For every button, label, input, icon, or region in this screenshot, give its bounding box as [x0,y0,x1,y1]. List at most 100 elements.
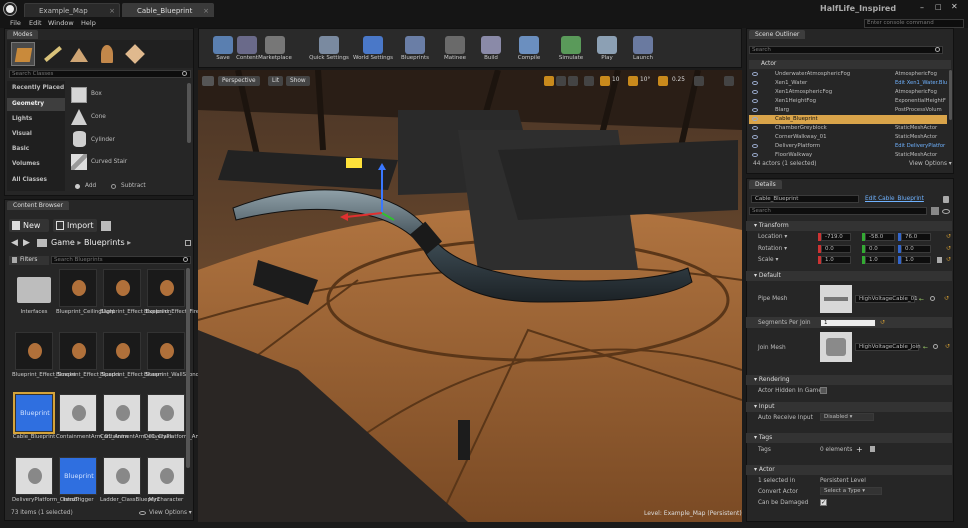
location-y-field[interactable]: -58.0 [865,233,895,241]
section-default[interactable]: ▾ Default [746,271,952,281]
grid-snap-value[interactable]: 10 [612,77,619,83]
filters-button[interactable]: Filters [9,256,49,265]
add-element-icon[interactable]: + [856,445,863,454]
can-be-damaged-checkbox[interactable]: ✓ [820,499,827,506]
scale-y-field[interactable]: 1.0 [865,256,895,264]
category-all-classes[interactable]: All Classes [12,177,47,183]
search-blueprints-input[interactable]: Search Blueprints [51,256,191,264]
use-selected-icon[interactable]: ← [923,344,928,351]
window-maximize-button[interactable]: □ [935,3,942,11]
outliner-row[interactable]: FloorWalkway StaticMeshActor [749,151,947,160]
browse-search-icon[interactable] [933,344,938,349]
menu-edit[interactable]: Edit [29,18,42,28]
outliner-row[interactable]: CornerWalkway_01 StaticMeshActor [749,133,947,142]
item-cylinder[interactable]: Cylinder [91,137,115,143]
join-mesh-thumbnail[interactable] [820,332,852,362]
pipe-mesh-thumbnail[interactable] [820,285,852,313]
viewport-options-icon[interactable] [202,76,214,86]
tab-details[interactable]: Details [749,180,782,189]
visibility-eye-icon[interactable] [752,108,758,112]
asset-thumbnail[interactable] [147,457,185,495]
section-tags[interactable]: ▾ Tags [746,433,952,443]
visibility-eye-icon[interactable] [752,135,758,139]
reset-to-default-icon[interactable]: ↺ [945,343,950,350]
asset-thumbnail[interactable] [15,457,53,495]
asset-thumbnail[interactable] [59,332,97,370]
rotate-icon[interactable] [556,76,566,86]
breadcrumb-blueprints[interactable]: Blueprints [84,238,125,247]
asset-thumbnail[interactable] [103,332,141,370]
edit-blueprint-link[interactable]: Edit Cable_Blueprint [865,196,924,202]
outliner-row[interactable]: Xen1_Water Edit Xen1_Water.Blu [749,79,947,88]
scrollbar[interactable] [187,83,191,143]
search-classes-input[interactable]: Search Classes [9,70,191,78]
scale-z-field[interactable]: 1.0 [901,256,931,264]
asset-thumbnail[interactable] [147,332,185,370]
grid-snap-icon[interactable] [600,76,610,86]
reset-to-default-icon[interactable]: ↺ [946,245,951,252]
reset-to-default-icon[interactable]: ↺ [944,295,949,302]
scale-x-field[interactable]: 1.0 [821,256,851,264]
auto-receive-input-dropdown[interactable]: Disabled ▾ [820,413,874,421]
outliner-search-input[interactable]: Search [749,46,943,54]
new-button[interactable]: New [9,219,49,232]
reset-to-default-icon[interactable]: ↺ [880,319,885,326]
actor-name-field[interactable]: Cable_Blueprint [751,195,859,203]
foliage-mode-icon[interactable] [95,42,119,66]
lit-button[interactable]: Lit [268,76,284,86]
lock-icon[interactable] [943,196,949,203]
category-lights[interactable]: Lights [12,116,32,122]
visibility-eye-icon[interactable] [752,117,758,121]
back-arrow-icon[interactable]: ◀ [11,238,18,248]
translate-icon[interactable] [544,76,554,86]
outliner-view-options-button[interactable]: View Options ▾ [909,161,952,167]
visibility-eye-icon[interactable] [752,99,758,103]
delete-all-icon[interactable] [870,446,875,452]
category-recently-placed[interactable]: Recently Placed [12,85,64,91]
rotation-x-field[interactable]: 0.0 [821,245,851,253]
import-button[interactable]: Import [53,219,97,232]
save-all-icon[interactable] [101,221,111,231]
quick-settings-button[interactable]: Quick Settings [309,34,349,64]
outliner-row[interactable]: Cable_Blueprint [749,115,947,124]
viewport[interactable]: Perspective Lit Show 10 10° 0.25 Level: … [198,70,742,522]
asset-thumbnail[interactable] [147,394,185,432]
view-options-button[interactable]: View Options ▾ [149,510,192,516]
outliner-scrollbar[interactable] [949,70,952,120]
visibility-eye-icon[interactable] [752,144,758,148]
outliner-row[interactable]: DeliveryPlatform Edit DeliveryPlatfor [749,142,947,151]
close-icon[interactable]: × [109,4,115,18]
curved-stair-icon[interactable] [71,154,87,170]
paint-mode-icon[interactable] [39,42,63,66]
tab-scene-outliner[interactable]: Scene Outliner [749,30,806,39]
scale-icon[interactable] [568,76,578,86]
perspective-button[interactable]: Perspective [218,76,260,86]
asset-thumbnail[interactable] [59,269,97,307]
subtract-radio[interactable] [111,184,116,189]
location-label[interactable]: Location ▾ [758,234,787,240]
world-local-icon[interactable] [584,76,594,86]
browse-search-icon[interactable] [930,296,935,301]
section-transform[interactable]: ▾ Transform [746,221,952,231]
window-close-button[interactable]: ✕ [951,2,958,11]
console-command-input[interactable]: Enter console command [864,19,964,28]
rotation-snap-icon[interactable] [628,76,638,86]
maximize-viewport-icon[interactable] [724,76,734,86]
cone-icon[interactable] [71,109,87,125]
asset-thumbnail[interactable] [147,269,185,307]
visibility-eye-icon[interactable] [752,81,758,85]
cylinder-icon[interactable] [73,131,86,147]
outliner-row[interactable]: Xen1AtmosphericFog AtmosphericFog [749,88,947,97]
visibility-eye-icon[interactable] [752,90,758,94]
outliner-row[interactable]: UnderwaterAtmosphericFog AtmosphericFog [749,70,947,79]
menu-help[interactable]: Help [81,18,96,28]
place-mode-icon[interactable] [11,42,35,66]
visibility-eye-icon[interactable] [752,153,758,157]
item-box[interactable]: Box [91,91,102,97]
scale-snap-value[interactable]: 0.25 [672,77,685,83]
pipe-mesh-dropdown[interactable]: HighVoltageCable_01 [855,295,918,303]
reset-to-default-icon[interactable]: ↺ [946,233,951,240]
visibility-eye-icon[interactable] [752,72,758,76]
window-minimize-button[interactable]: – [920,3,924,12]
outliner-row[interactable]: Blarg PostProcessVolum [749,106,947,115]
